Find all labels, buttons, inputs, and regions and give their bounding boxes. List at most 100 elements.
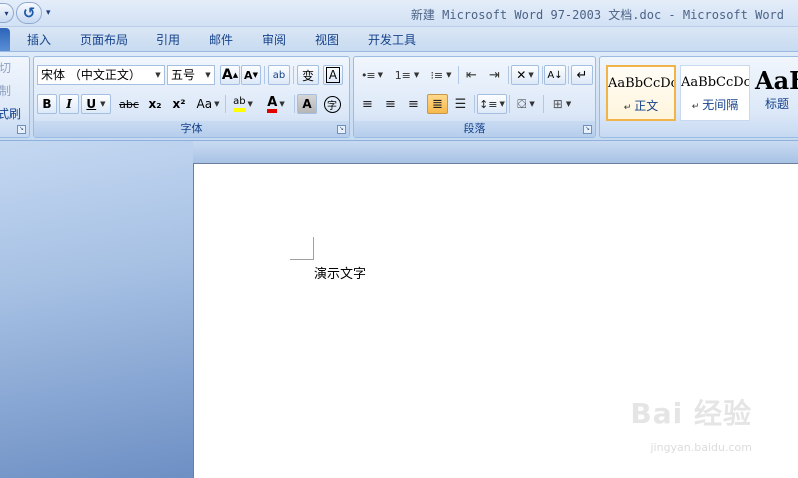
down-arrow-icon: ▼ [252, 71, 258, 79]
separator [474, 95, 475, 113]
align-right-icon: ≡ [408, 96, 419, 112]
tab-review[interactable]: 审阅 [262, 31, 286, 48]
align-right-button[interactable]: ≡ [403, 94, 424, 114]
document-page[interactable]: 演示文字 Bai 经验 jingyan.baidu.com [193, 163, 798, 478]
chevron-down-icon: ▼ [377, 71, 384, 79]
tab-page-layout[interactable]: 页面布局 [80, 31, 128, 48]
superscript-button[interactable]: x² [168, 94, 190, 114]
change-case-button[interactable]: Aa ▼ [192, 94, 224, 114]
chevron-down-icon: ▼ [446, 71, 452, 79]
tab-mailings[interactable]: 邮件 [209, 31, 233, 48]
character-border-button[interactable]: A [323, 65, 343, 85]
separator [264, 66, 265, 84]
shrink-font-button[interactable]: A ▼ [241, 65, 261, 85]
sort-icon: A↓ [547, 69, 563, 81]
separator [225, 95, 226, 113]
redo-icon[interactable]: ↺ [16, 2, 42, 24]
tab-view[interactable]: 视图 [315, 31, 339, 48]
show-marks-button[interactable]: ↵ [571, 65, 593, 85]
copy-button[interactable]: 制 [0, 82, 11, 99]
numbering-button[interactable]: 1≡ ▼ [391, 65, 423, 85]
chevron-down-icon: ▼ [205, 71, 211, 79]
watermark-logo: Bai 经验 [630, 397, 752, 430]
justify-icon: ≣ [432, 96, 443, 112]
bold-button[interactable]: B [37, 94, 57, 114]
text-highlight-button[interactable]: ab ▼ [227, 94, 259, 114]
borders-button[interactable]: ⊞ ▼ [546, 94, 578, 114]
style-normal[interactable]: AaBbCcDc ↵ 正文 [606, 65, 676, 121]
paragraph-group-label: 段落 [354, 121, 595, 137]
clipboard-launcher-icon[interactable]: ↘ [17, 125, 26, 134]
separator [509, 95, 510, 113]
style-sample: AaBbCcDc [681, 75, 749, 90]
document-text[interactable]: 演示文字 [314, 263, 366, 282]
sort-button[interactable]: A↓ [544, 65, 566, 85]
italic-button[interactable]: I [59, 94, 79, 114]
align-left-icon: ≡ [362, 96, 373, 112]
chinese-layout-button[interactable]: ✕ ▼ [511, 65, 539, 85]
tab-home[interactable] [0, 28, 10, 51]
chevron-down-icon: ▼ [214, 100, 220, 108]
bullets-button[interactable]: •≡ ▼ [357, 65, 387, 85]
margin-corner-mark [313, 237, 314, 259]
font-dialog-launcher-icon[interactable]: ↘ [337, 125, 346, 134]
chinese-layout-icon: ✕ [516, 68, 527, 82]
distributed-button[interactable]: ☰ [450, 94, 471, 114]
style-no-spacing[interactable]: AaBbCcDc ↵ 无间隔 [680, 65, 750, 121]
chevron-down-icon: ▼ [100, 100, 106, 108]
phonetic-guide-button[interactable]: 变 [297, 65, 319, 85]
paragraph-group: •≡ ▼ 1≡ ▼ ⁝≡ ▼ ⇤ ⇥ ✕ ▼ A↓ ↵ ≡ ≡ ≡ ≣ ☰ ↕≡ ▼ ⛋ ▼… [353, 56, 596, 138]
font-size-select[interactable]: 五号 ▼ [167, 65, 215, 85]
increase-indent-button[interactable]: ⇥ [484, 65, 505, 85]
chevron-down-icon: ▼ [499, 100, 505, 108]
cut-button[interactable]: 切 [0, 59, 11, 76]
subscript-button[interactable]: x₂ [144, 94, 166, 114]
decrease-indent-button[interactable]: ⇤ [461, 65, 482, 85]
clipboard-group: 切 制 式刷 ↘ [0, 56, 30, 138]
shading-button[interactable]: ⛋ ▼ [511, 94, 541, 114]
line-spacing-button[interactable]: ↕≡ ▼ [477, 94, 507, 114]
justify-button[interactable]: ≣ [427, 94, 448, 114]
underline-button[interactable]: U ▼ [81, 94, 111, 114]
customize-qat-button[interactable]: ▾ [46, 8, 60, 18]
font-name-value: 宋体 （中文正文） [41, 68, 141, 82]
title-bar: ▾ ↺ ▾ 新建 Microsoft Word 97-2003 文档.doc -… [0, 0, 798, 27]
paragraph-dialog-launcher-icon[interactable]: ↘ [583, 125, 592, 134]
align-left-button[interactable]: ≡ [357, 94, 378, 114]
clear-format-button[interactable]: ab [268, 65, 290, 85]
tab-developer[interactable]: 开发工具 [368, 31, 416, 48]
font-group: 宋体 （中文正文） ▼ 五号 ▼ A ▲ A ▼ ab 变 A B I U ▼ abc… [33, 56, 350, 138]
tab-insert[interactable]: 插入 [27, 31, 51, 48]
chevron-down-icon: ▼ [413, 71, 420, 79]
font-color-button[interactable]: A ▼ [261, 94, 291, 114]
style-sample: AaBbCcDc [608, 76, 674, 91]
enclose-characters-button[interactable]: 字 [321, 94, 343, 114]
chevron-down-icon: ▼ [528, 71, 534, 79]
separator [568, 66, 569, 84]
grow-font-button[interactable]: A ▲ [220, 65, 240, 85]
separator [508, 66, 509, 84]
style-heading-1[interactable]: AaB 标题 [752, 65, 798, 121]
multilevel-list-button[interactable]: ⁝≡ ▼ [426, 65, 456, 85]
margin-corner-mark [290, 259, 314, 260]
style-name: ↵ 正文 [623, 99, 659, 113]
pilcrow-icon: ↵ [691, 102, 703, 112]
chevron-down-icon: ▼ [279, 100, 285, 108]
increase-indent-icon: ⇥ [489, 67, 500, 83]
font-name-select[interactable]: 宋体 （中文正文） ▼ [37, 65, 165, 85]
align-center-icon: ≡ [385, 96, 396, 112]
tab-references[interactable]: 引用 [156, 31, 180, 48]
font-group-label: 字体 [34, 121, 349, 137]
window-title: 新建 Microsoft Word 97-2003 文档.doc - Micro… [410, 8, 784, 22]
workspace-background-top [193, 141, 798, 163]
align-center-button[interactable]: ≡ [380, 94, 401, 114]
undo-dropdown[interactable]: ▾ [0, 3, 14, 23]
pilcrow-icon: ↵ [623, 103, 635, 113]
strikethrough-button[interactable]: abc [116, 94, 142, 114]
ribbon-tab-bar: 插入 页面布局 引用 邮件 审阅 视图 开发工具 [0, 27, 798, 51]
format-painter-button[interactable]: 式刷 [0, 105, 21, 122]
style-sample: AaB [755, 66, 798, 95]
separator [542, 66, 543, 84]
character-shading-button[interactable]: A [297, 94, 317, 114]
ribbon: 切 制 式刷 ↘ 宋体 （中文正文） ▼ 五号 ▼ A ▲ A ▼ ab 变 A B… [0, 51, 798, 141]
